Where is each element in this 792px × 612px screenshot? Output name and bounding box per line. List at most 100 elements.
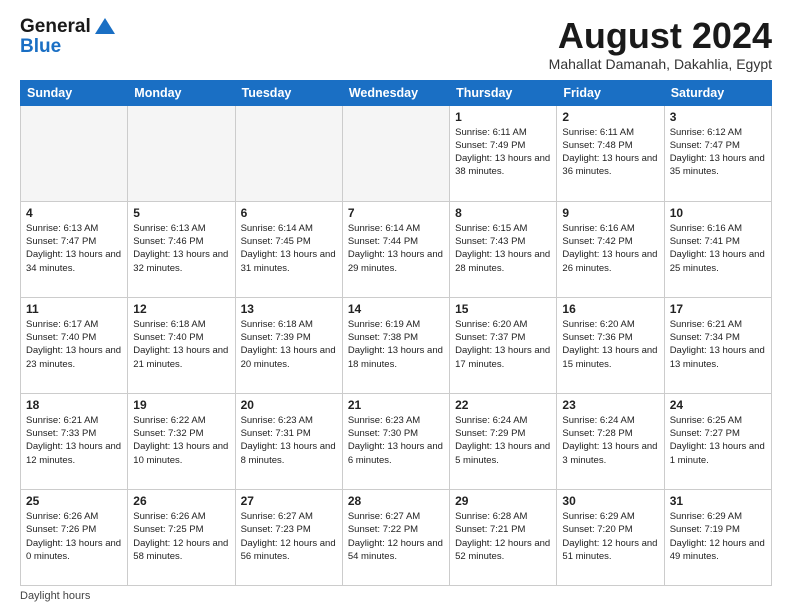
calendar-table: SundayMondayTuesdayWednesdayThursdayFrid… xyxy=(20,80,772,586)
day-info: Sunrise: 6:14 AMSunset: 7:45 PMDaylight:… xyxy=(241,222,337,275)
calendar-cell: 31 Sunrise: 6:29 AMSunset: 7:19 PMDayligh… xyxy=(664,489,771,585)
calendar-cell: 17Sunrise: 6:21 AMSunset: 7:34 PMDayligh… xyxy=(664,297,771,393)
day-number: 26 xyxy=(133,494,229,508)
title-area: August 2024 Mahallat Damanah, Dakahlia, … xyxy=(549,16,772,72)
day-info: Sunrise: 6:20 AMSunset: 7:36 PMDaylight:… xyxy=(562,318,658,371)
calendar-cell: 27 Sunrise: 6:27 AMSunset: 7:23 PMDayligh… xyxy=(235,489,342,585)
day-info: Sunrise: 6:20 AMSunset: 7:37 PMDaylight:… xyxy=(455,318,551,371)
day-number: 22 xyxy=(455,398,551,412)
day-info: Sunrise: 6:16 AMSunset: 7:41 PMDaylight:… xyxy=(670,222,766,275)
day-number: 8 xyxy=(455,206,551,220)
calendar-cell xyxy=(235,105,342,201)
day-number: 20 xyxy=(241,398,337,412)
day-info: Sunrise: 6:24 AMSunset: 7:28 PMDaylight:… xyxy=(562,414,658,467)
calendar-cell: 22 Sunrise: 6:24 AMSunset: 7:29 PMDayligh… xyxy=(450,393,557,489)
day-number: 21 xyxy=(348,398,444,412)
day-number: 17 xyxy=(670,302,766,316)
day-number: 1 xyxy=(455,110,551,124)
calendar-cell: 3Sunrise: 6:12 AMSunset: 7:47 PMDaylight… xyxy=(664,105,771,201)
calendar-cell: 18 Sunrise: 6:21 AMSunset: 7:33 PMDayligh… xyxy=(21,393,128,489)
day-info: Sunrise: 6:18 AMSunset: 7:39 PMDaylight:… xyxy=(241,318,337,371)
day-number: 15 xyxy=(455,302,551,316)
day-number: 4 xyxy=(26,206,122,220)
day-info: Sunrise: 6:21 AMSunset: 7:33 PMDaylight:… xyxy=(26,414,122,467)
day-number: 28 xyxy=(348,494,444,508)
day-info: Sunrise: 6:24 AMSunset: 7:29 PMDaylight:… xyxy=(455,414,551,467)
day-info: Sunrise: 6:12 AMSunset: 7:47 PMDaylight:… xyxy=(670,126,766,179)
location: Mahallat Damanah, Dakahlia, Egypt xyxy=(549,56,772,72)
calendar-cell: 13 Sunrise: 6:18 AMSunset: 7:39 PMDayligh… xyxy=(235,297,342,393)
day-info: Sunrise: 6:27 AMSunset: 7:23 PMDaylight:… xyxy=(241,510,337,563)
page: General Blue August 2024 Mahallat Damana… xyxy=(0,0,792,612)
dow-header-saturday: Saturday xyxy=(664,80,771,105)
calendar-cell xyxy=(342,105,449,201)
day-number: 12 xyxy=(133,302,229,316)
calendar-cell: 20Sunrise: 6:23 AMSunset: 7:31 PMDayligh… xyxy=(235,393,342,489)
calendar-cell: 15 Sunrise: 6:20 AMSunset: 7:37 PMDayligh… xyxy=(450,297,557,393)
day-number: 5 xyxy=(133,206,229,220)
day-info: Sunrise: 6:29 AMSunset: 7:20 PMDaylight:… xyxy=(562,510,658,563)
logo: General Blue xyxy=(20,16,115,55)
dow-header-friday: Friday xyxy=(557,80,664,105)
footer-note: Daylight hours xyxy=(20,590,772,602)
calendar-cell: 26 Sunrise: 6:26 AMSunset: 7:25 PMDayligh… xyxy=(128,489,235,585)
calendar-cell: 11 Sunrise: 6:17 AMSunset: 7:40 PMDayligh… xyxy=(21,297,128,393)
day-number: 7 xyxy=(348,206,444,220)
day-info: Sunrise: 6:23 AMSunset: 7:30 PMDaylight:… xyxy=(348,414,444,467)
day-number: 27 xyxy=(241,494,337,508)
calendar-cell: 6 Sunrise: 6:14 AMSunset: 7:45 PMDaylight… xyxy=(235,201,342,297)
day-info: Sunrise: 6:11 AMSunset: 7:48 PMDaylight:… xyxy=(562,126,658,179)
day-number: 11 xyxy=(26,302,122,316)
day-number: 9 xyxy=(562,206,658,220)
day-number: 10 xyxy=(670,206,766,220)
day-number: 30 xyxy=(562,494,658,508)
day-number: 31 xyxy=(670,494,766,508)
calendar-cell: 1 Sunrise: 6:11 AMSunset: 7:49 PMDaylight… xyxy=(450,105,557,201)
day-number: 23 xyxy=(562,398,658,412)
day-number: 18 xyxy=(26,398,122,412)
day-number: 29 xyxy=(455,494,551,508)
calendar-cell: 14Sunrise: 6:19 AMSunset: 7:38 PMDayligh… xyxy=(342,297,449,393)
calendar-cell: 2Sunrise: 6:11 AMSunset: 7:48 PMDaylight… xyxy=(557,105,664,201)
day-number: 6 xyxy=(241,206,337,220)
day-info: Sunrise: 6:14 AMSunset: 7:44 PMDaylight:… xyxy=(348,222,444,275)
calendar-cell: 21 Sunrise: 6:23 AMSunset: 7:30 PMDayligh… xyxy=(342,393,449,489)
dow-header-thursday: Thursday xyxy=(450,80,557,105)
dow-header-wednesday: Wednesday xyxy=(342,80,449,105)
day-info: Sunrise: 6:27 AMSunset: 7:22 PMDaylight:… xyxy=(348,510,444,563)
calendar-cell xyxy=(21,105,128,201)
calendar-cell: 10 Sunrise: 6:16 AMSunset: 7:41 PMDayligh… xyxy=(664,201,771,297)
day-info: Sunrise: 6:25 AMSunset: 7:27 PMDaylight:… xyxy=(670,414,766,467)
calendar-cell: 29 Sunrise: 6:28 AMSunset: 7:21 PMDayligh… xyxy=(450,489,557,585)
calendar-cell: 23 Sunrise: 6:24 AMSunset: 7:28 PMDayligh… xyxy=(557,393,664,489)
day-info: Sunrise: 6:15 AMSunset: 7:43 PMDaylight:… xyxy=(455,222,551,275)
calendar-cell: 30 Sunrise: 6:29 AMSunset: 7:20 PMDayligh… xyxy=(557,489,664,585)
calendar-cell: 8 Sunrise: 6:15 AMSunset: 7:43 PMDaylight… xyxy=(450,201,557,297)
calendar-cell: 19Sunrise: 6:22 AMSunset: 7:32 PMDayligh… xyxy=(128,393,235,489)
day-info: Sunrise: 6:17 AMSunset: 7:40 PMDaylight:… xyxy=(26,318,122,371)
calendar-cell: 28 Sunrise: 6:27 AMSunset: 7:22 PMDayligh… xyxy=(342,489,449,585)
logo-icon xyxy=(95,18,115,34)
day-info: Sunrise: 6:13 AMSunset: 7:47 PMDaylight:… xyxy=(26,222,122,275)
calendar-cell: 5 Sunrise: 6:13 AMSunset: 7:46 PMDaylight… xyxy=(128,201,235,297)
dow-header-monday: Monday xyxy=(128,80,235,105)
day-info: Sunrise: 6:16 AMSunset: 7:42 PMDaylight:… xyxy=(562,222,658,275)
dow-header-sunday: Sunday xyxy=(21,80,128,105)
calendar-cell: 24 Sunrise: 6:25 AMSunset: 7:27 PMDayligh… xyxy=(664,393,771,489)
day-number: 24 xyxy=(670,398,766,412)
day-info: Sunrise: 6:22 AMSunset: 7:32 PMDaylight:… xyxy=(133,414,229,467)
day-number: 13 xyxy=(241,302,337,316)
day-info: Sunrise: 6:19 AMSunset: 7:38 PMDaylight:… xyxy=(348,318,444,371)
day-number: 25 xyxy=(26,494,122,508)
day-info: Sunrise: 6:26 AMSunset: 7:25 PMDaylight:… xyxy=(133,510,229,563)
logo-general: General xyxy=(20,16,91,38)
logo-blue: Blue xyxy=(20,38,61,55)
calendar-cell: 4 Sunrise: 6:13 AMSunset: 7:47 PMDaylight… xyxy=(21,201,128,297)
day-info: Sunrise: 6:13 AMSunset: 7:46 PMDaylight:… xyxy=(133,222,229,275)
calendar-cell: 7 Sunrise: 6:14 AMSunset: 7:44 PMDaylight… xyxy=(342,201,449,297)
day-info: Sunrise: 6:11 AMSunset: 7:49 PMDaylight:… xyxy=(455,126,551,179)
day-info: Sunrise: 6:29 AMSunset: 7:19 PMDaylight:… xyxy=(670,510,766,563)
calendar-cell: 25Sunrise: 6:26 AMSunset: 7:26 PMDayligh… xyxy=(21,489,128,585)
day-info: Sunrise: 6:28 AMSunset: 7:21 PMDaylight:… xyxy=(455,510,551,563)
calendar-cell: 12Sunrise: 6:18 AMSunset: 7:40 PMDayligh… xyxy=(128,297,235,393)
